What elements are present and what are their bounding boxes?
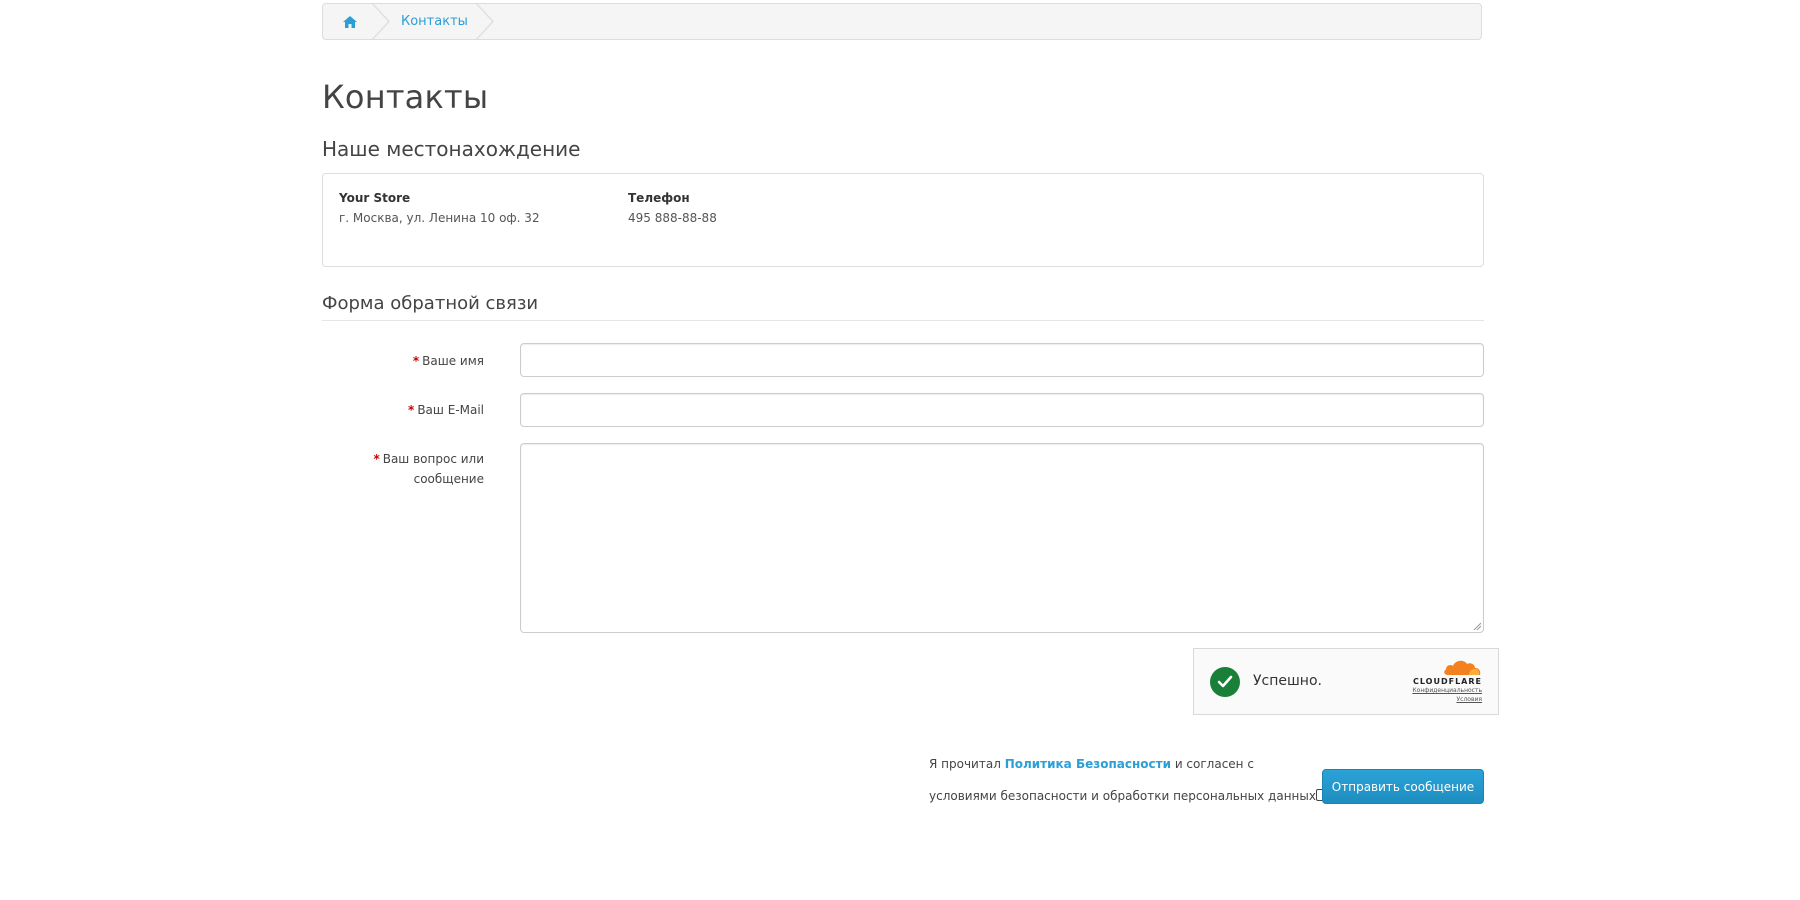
phone-number: 495 888-88-88	[628, 211, 717, 225]
success-check-icon	[1210, 667, 1240, 697]
captcha-status: Успешно.	[1253, 673, 1322, 689]
cloudflare-cloud-icon	[1444, 660, 1481, 675]
name-input[interactable]	[520, 343, 1484, 377]
phone-info: Телефон 495 888-88-88	[628, 191, 717, 225]
name-label: * Ваше имя	[412, 354, 484, 368]
feedback-form-legend: Форма обратной связи	[322, 293, 1484, 321]
breadcrumb-home[interactable]	[335, 4, 365, 39]
privacy-link[interactable]: Конфиденциальность	[1392, 686, 1482, 695]
consent-text: Я прочитал Политика Безопасности и согла…	[929, 748, 1329, 812]
required-mark: *	[412, 354, 420, 368]
breadcrumb: Контакты	[322, 3, 1482, 40]
store-info: Your Store г. Москва, ул. Ленина 10 оф. …	[339, 191, 540, 225]
breadcrumb-separator	[475, 4, 495, 39]
cloudflare-brand: CLOUDFLARE Конфиденциальность Условия	[1392, 658, 1482, 704]
cloudflare-wordmark: CLOUDFLARE	[1413, 677, 1482, 686]
required-mark: *	[373, 452, 380, 466]
message-label: * Ваш вопрос или сообщение	[373, 452, 484, 486]
breadcrumb-contacts-link[interactable]: Контакты	[401, 4, 468, 39]
cloudflare-captcha-widget[interactable]: Успешно. CLOUDFLARE Конфиденциальность У…	[1193, 648, 1499, 715]
store-name: Your Store	[339, 191, 411, 205]
email-label: * Ваш E-Mail	[408, 403, 484, 417]
required-mark: *	[408, 403, 415, 417]
resize-grip-icon[interactable]	[1473, 622, 1481, 630]
terms-link[interactable]: Условия	[1392, 695, 1482, 704]
store-address: г. Москва, ул. Ленина 10 оф. 32	[339, 211, 540, 225]
phone-label: Телефон	[628, 191, 690, 205]
location-panel: Your Store г. Москва, ул. Ленина 10 оф. …	[322, 173, 1484, 267]
email-input[interactable]	[520, 393, 1484, 427]
message-textarea[interactable]	[520, 443, 1484, 633]
page-title: Контакты	[322, 78, 489, 116]
location-section-title: Наше местонахождение	[322, 137, 581, 161]
breadcrumb-separator	[371, 4, 391, 39]
home-icon	[343, 15, 357, 28]
submit-button[interactable]: Отправить сообщение	[1322, 769, 1484, 804]
privacy-policy-link[interactable]: Политика Безопасности	[1005, 757, 1171, 771]
